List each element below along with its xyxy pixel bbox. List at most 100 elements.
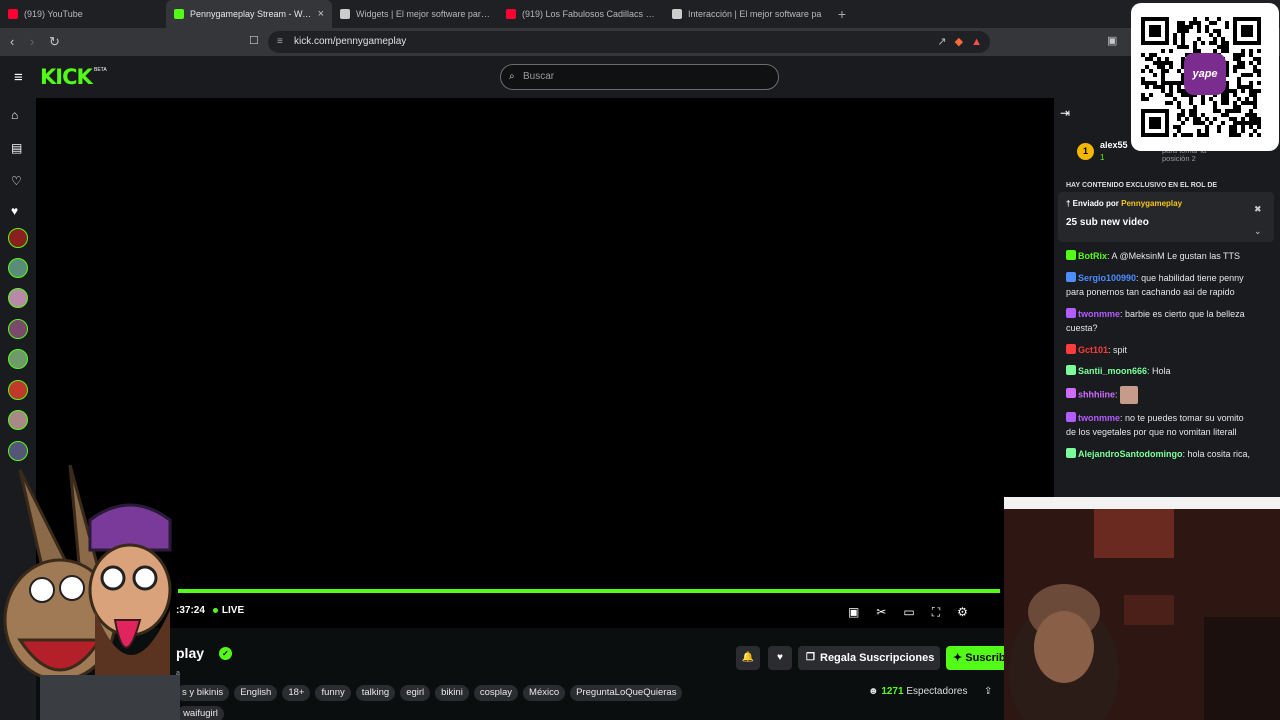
- expand-chevron-icon[interactable]: ⌄: [1254, 220, 1262, 242]
- tag-chip[interactable]: México: [523, 685, 566, 701]
- rewards-icon[interactable]: ▲: [971, 31, 982, 53]
- share-icon[interactable]: ⇪: [984, 686, 992, 697]
- favorites-icon[interactable]: ♥: [11, 204, 18, 218]
- chat-username[interactable]: twonmme: [1078, 309, 1120, 319]
- followed-channel-avatar[interactable]: [8, 288, 28, 308]
- chat-message: twonmme: barbie es cierto que la belleza…: [1066, 307, 1245, 333]
- tab-title: Pennygameplay Stream - Watch: [190, 9, 312, 19]
- site-header: ≡ KICK BETA ⌕ Buscar: [0, 56, 1280, 98]
- tab-title: Interacción | El mejor software pa: [688, 9, 822, 19]
- chat-message: BotRix: A @MeksinM Le gustan las TTS: [1066, 249, 1256, 264]
- back-icon[interactable]: ‹: [10, 34, 14, 49]
- home-icon[interactable]: ⌂: [11, 108, 18, 122]
- browser-tab[interactable]: Pennygameplay Stream - Watch ×: [166, 0, 332, 28]
- tag-chip[interactable]: PreguntaLoQueQuieras: [570, 685, 683, 701]
- followed-channel-avatar[interactable]: [8, 349, 28, 369]
- reload-icon[interactable]: ↻: [49, 34, 60, 50]
- followed-channel-avatar[interactable]: [8, 410, 28, 430]
- tag-chip[interactable]: funny: [315, 685, 351, 701]
- tag-chip[interactable]: English: [234, 685, 278, 701]
- followed-channel-avatar[interactable]: [8, 319, 28, 339]
- tag-chip[interactable]: egirl: [400, 685, 431, 701]
- tag-chip[interactable]: talking: [355, 685, 396, 701]
- tag-chip[interactable]: bikini: [435, 685, 469, 701]
- sidebar-toggle-icon[interactable]: ▣: [1107, 34, 1117, 47]
- star-icon: ✦: [953, 652, 966, 664]
- followed-channel-avatar[interactable]: [8, 228, 28, 248]
- pinned-actions: ✖ ⌄: [1254, 198, 1262, 242]
- browser-toolbar: ‹ › ↻ ☐ ≡ kick.com/pennygameplay ↗ ◆ ▲ ▣: [0, 28, 1280, 56]
- brave-shield-icon[interactable]: ◆: [955, 31, 963, 53]
- webcam-image: [1004, 497, 1280, 720]
- stream-progress-bar[interactable]: [178, 589, 1000, 593]
- tag-chip[interactable]: waifugirl: [177, 706, 224, 720]
- share-icon[interactable]: ↗: [937, 31, 946, 53]
- subscribe-button[interactable]: ✦ Suscrib: [946, 646, 1004, 670]
- verified-icon: ✓: [219, 647, 232, 660]
- browser-tab[interactable]: (919) YouTube: [0, 0, 166, 28]
- chat-username[interactable]: AlejandroSantodomingo: [1078, 449, 1183, 459]
- chat-username[interactable]: Gct101: [1078, 345, 1108, 355]
- menu-icon[interactable]: ≡: [14, 69, 23, 86]
- chat-text: A @MeksinM Le gustan las TTS: [1111, 251, 1241, 261]
- chat-username[interactable]: Sergio100990: [1078, 273, 1136, 283]
- chat-username[interactable]: Santii_moon666: [1078, 366, 1147, 376]
- user-badge-icon: [1066, 447, 1076, 458]
- tag-list: s y bikinis English 18+ funny talking egirl bi…: [176, 685, 683, 701]
- tag-chip[interactable]: cosplay: [473, 685, 519, 701]
- yape-logo: yape: [1184, 53, 1226, 95]
- unpin-icon[interactable]: ✖: [1254, 198, 1262, 220]
- chat-username[interactable]: BotRix: [1078, 251, 1107, 261]
- tag-chip[interactable]: 18+: [282, 685, 311, 701]
- chat-messages: BotRix: A @MeksinM Le gustan las TTS Serg…: [1066, 249, 1256, 468]
- donation-qr-code: yape: [1131, 3, 1279, 151]
- kick-logo[interactable]: KICK: [40, 65, 93, 89]
- search-placeholder: Buscar: [523, 71, 555, 82]
- url-text: kick.com/pennygameplay: [294, 36, 407, 47]
- clip-icon[interactable]: ✂: [876, 605, 886, 620]
- new-tab-button[interactable]: +: [830, 6, 854, 22]
- settings-icon[interactable]: ⚙: [957, 605, 968, 620]
- pinned-text: 25 sub new video: [1066, 217, 1149, 228]
- gift-subs-button[interactable]: ❐ Regala Suscripciones: [798, 646, 940, 670]
- chat-username[interactable]: shhhiine: [1078, 389, 1115, 399]
- theater-mode-icon[interactable]: ▭: [903, 605, 914, 620]
- collapse-chat-icon[interactable]: ⇥: [1060, 106, 1070, 120]
- pin-icon: †: [1066, 199, 1073, 208]
- followed-channel-avatar[interactable]: [8, 380, 28, 400]
- chat-username[interactable]: twonmme: [1078, 413, 1120, 423]
- browser-tab[interactable]: Interacción | El mejor software pa: [664, 0, 830, 28]
- chat-message: Santii_moon666: Hola: [1066, 364, 1256, 379]
- tag-chip[interactable]: s y bikinis: [176, 685, 230, 701]
- notification-bell-button[interactable]: 🔔: [736, 646, 760, 670]
- site-info-icon[interactable]: ≡: [277, 31, 283, 53]
- followed-channel-avatar[interactable]: [8, 258, 28, 278]
- tab-title: Widgets | El mejor software para po: [356, 9, 490, 19]
- search-input[interactable]: ⌕ Buscar: [500, 64, 779, 90]
- browser-tab[interactable]: Widgets | El mejor software para po: [332, 0, 498, 28]
- tab-favicon-icon: [506, 9, 516, 19]
- miniplayer-icon[interactable]: ▣: [848, 605, 859, 620]
- user-badge-icon: [1066, 307, 1076, 318]
- screen: (919) YouTube Pennygameplay Stream - Watc…: [0, 0, 1280, 720]
- user-badge-icon: [1066, 250, 1076, 260]
- browser-tab[interactable]: (919) Los Fabulosos Cadillacs - Carna: [498, 0, 664, 28]
- followed-channel-avatar[interactable]: [8, 441, 28, 461]
- close-tab-icon[interactable]: ×: [318, 8, 324, 20]
- video-player[interactable]: [36, 98, 1054, 628]
- viewer-count: ☻ 1271 Espectadores: [868, 686, 968, 697]
- chat-text: hola cosita rica,: [1187, 448, 1251, 459]
- pinned-header: † Enviado por Pennygameplay: [1066, 199, 1183, 208]
- fullscreen-icon[interactable]: ⛶: [932, 605, 940, 620]
- browse-icon[interactable]: ▤: [11, 141, 22, 155]
- browser-tabbar: (919) YouTube Pennygameplay Stream - Watc…: [0, 0, 1280, 28]
- top-gifter-name[interactable]: alex55: [1100, 140, 1128, 150]
- forward-icon[interactable]: ›: [30, 34, 34, 49]
- follow-heart-button[interactable]: ♥: [768, 646, 792, 670]
- following-icon[interactable]: ♡: [11, 174, 22, 188]
- tab-title: (919) YouTube: [24, 9, 83, 19]
- address-bar[interactable]: ≡ kick.com/pennygameplay ↗ ◆ ▲: [268, 31, 990, 53]
- player-controls: ▣ ✂ ▭ ⛶ ⚙: [848, 605, 968, 620]
- chat-message: AlejandroSantodomingo: hola cosita rica,: [1066, 447, 1256, 462]
- bookmark-icon[interactable]: ☐: [249, 34, 259, 47]
